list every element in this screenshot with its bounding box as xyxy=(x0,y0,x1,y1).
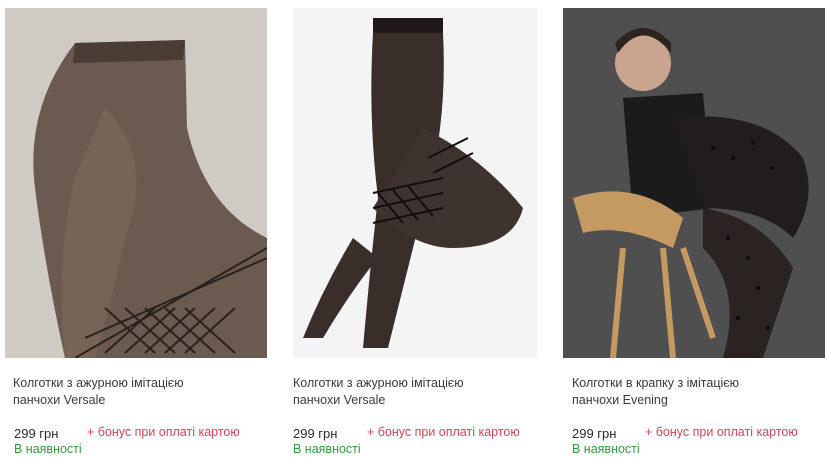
bonus-link[interactable]: + бонус при оплаті картою xyxy=(645,425,798,439)
product-image[interactable] xyxy=(5,8,267,358)
product-title[interactable]: Колготки з ажурною імітацією панчохи Ver… xyxy=(13,375,258,409)
bonus-link[interactable]: + бонус при оплаті картою xyxy=(367,425,520,439)
product-price: 299 грн xyxy=(572,426,617,441)
product-photo-icon xyxy=(5,8,267,358)
product-title-line: Колготки в крапку з імітацією xyxy=(572,376,740,390)
availability-status: В наявності xyxy=(14,442,82,456)
product-title-line: панчохи Versale xyxy=(293,393,386,407)
product-image[interactable] xyxy=(563,8,825,358)
product-price: 299 грн xyxy=(14,426,59,441)
product-title-line: панчохи Evening xyxy=(572,393,668,407)
product-title-line: Колготки з ажурною імітацією xyxy=(13,376,184,390)
product-title-line: Колготки з ажурною імітацією xyxy=(293,376,464,390)
availability-status: В наявності xyxy=(293,442,361,456)
product-title-line: панчохи Versale xyxy=(13,393,106,407)
product-card[interactable]: Колготки в крапку з імітацією панчохи Ev… xyxy=(563,0,825,457)
product-title[interactable]: Колготки з ажурною імітацією панчохи Ver… xyxy=(293,375,538,409)
product-card[interactable]: Колготки з ажурною імітацією панчохи Ver… xyxy=(5,0,267,457)
product-price: 299 грн xyxy=(293,426,338,441)
product-photo-icon xyxy=(563,8,825,358)
product-title[interactable]: Колготки в крапку з імітацією панчохи Ev… xyxy=(572,375,817,409)
product-card[interactable]: Колготки з ажурною імітацією панчохи Ver… xyxy=(293,0,537,457)
availability-status: В наявності xyxy=(572,442,640,456)
product-image[interactable] xyxy=(293,8,537,358)
product-photo-icon xyxy=(293,8,537,358)
bonus-link[interactable]: + бонус при оплаті картою xyxy=(87,425,240,439)
